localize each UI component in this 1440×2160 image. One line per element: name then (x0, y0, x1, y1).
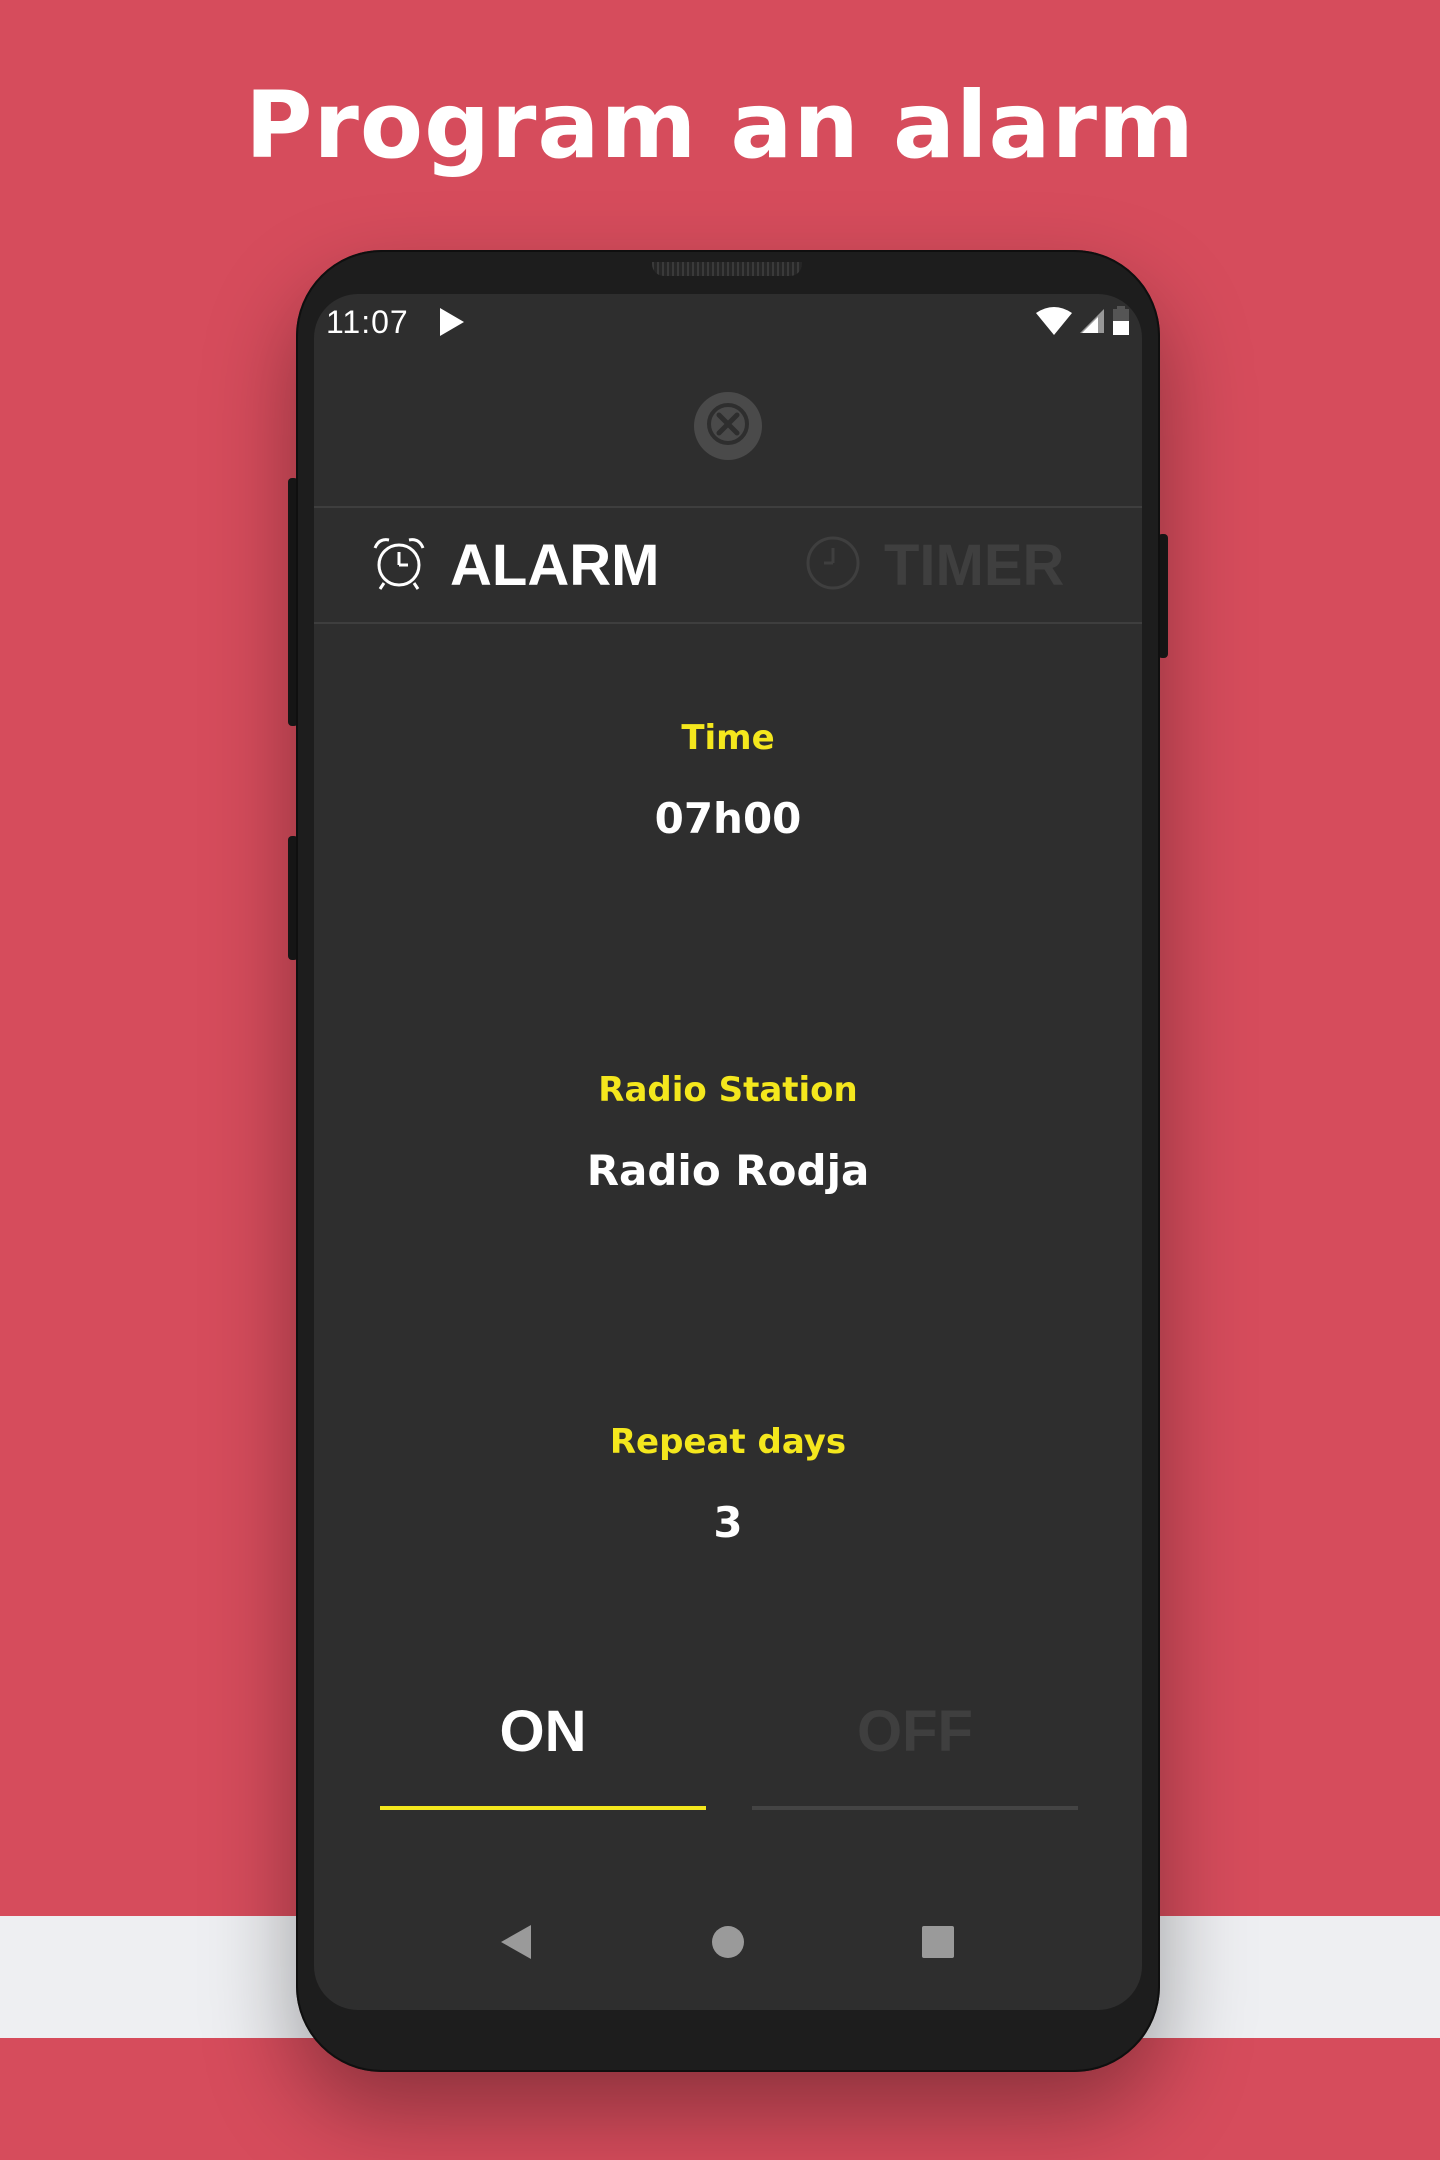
close-button[interactable] (694, 392, 762, 460)
phone-speaker (652, 262, 802, 276)
alarm-toggle: ON OFF (314, 1680, 1142, 1830)
system-nav-bar (314, 1884, 1142, 2010)
nav-home-button[interactable] (698, 1914, 758, 1974)
nav-recents-button[interactable] (908, 1914, 968, 1974)
status-bar-icons (1036, 306, 1130, 340)
repeat-days-label: Repeat days (609, 1422, 847, 1462)
app-screen: 11:07 ALARM TIMER Time 07h00 Radio Stati… (314, 294, 1142, 2010)
repeat-days-value[interactable]: 3 (314, 1498, 1142, 1547)
repeat-days-field[interactable]: Repeat days 3 (314, 1422, 1142, 1547)
back-triangle-icon (499, 1923, 533, 1965)
tab-timer-label: TIMER (884, 532, 1065, 598)
toggle-off-label: OFF (857, 1699, 973, 1764)
radio-station-field[interactable]: Radio Station Radio Rodja (314, 1070, 1142, 1195)
radio-station-label: Radio Station (598, 1070, 858, 1110)
battery-icon (1112, 306, 1130, 340)
recents-square-icon (921, 1925, 955, 1963)
nav-back-button[interactable] (486, 1914, 546, 1974)
tab-alarm-label: ALARM (450, 532, 660, 598)
headline: Program an alarm (245, 72, 1195, 179)
home-circle-icon (711, 1925, 745, 1963)
mode-tabs: ALARM TIMER (314, 506, 1142, 624)
toggle-off-button[interactable]: OFF (752, 1680, 1078, 1820)
time-label: Time (681, 718, 775, 758)
toggle-on-indicator (380, 1806, 706, 1810)
signal-icon (1078, 307, 1106, 339)
toggle-on-label: ON (499, 1699, 587, 1764)
clock-icon (804, 534, 862, 596)
wifi-icon (1036, 307, 1072, 339)
radio-station-value[interactable]: Radio Rodja (314, 1146, 1142, 1195)
toggle-on-button[interactable]: ON (380, 1680, 706, 1820)
tab-timer[interactable]: TIMER (804, 508, 1064, 622)
toggle-off-indicator (752, 1806, 1078, 1810)
play-icon (438, 307, 466, 341)
tab-alarm[interactable]: ALARM (370, 508, 659, 622)
time-field[interactable]: Time 07h00 (314, 718, 1142, 843)
close-icon (706, 402, 750, 450)
status-bar-time: 11:07 (326, 304, 409, 340)
time-value[interactable]: 07h00 (314, 794, 1142, 843)
alarm-clock-icon (370, 534, 428, 596)
